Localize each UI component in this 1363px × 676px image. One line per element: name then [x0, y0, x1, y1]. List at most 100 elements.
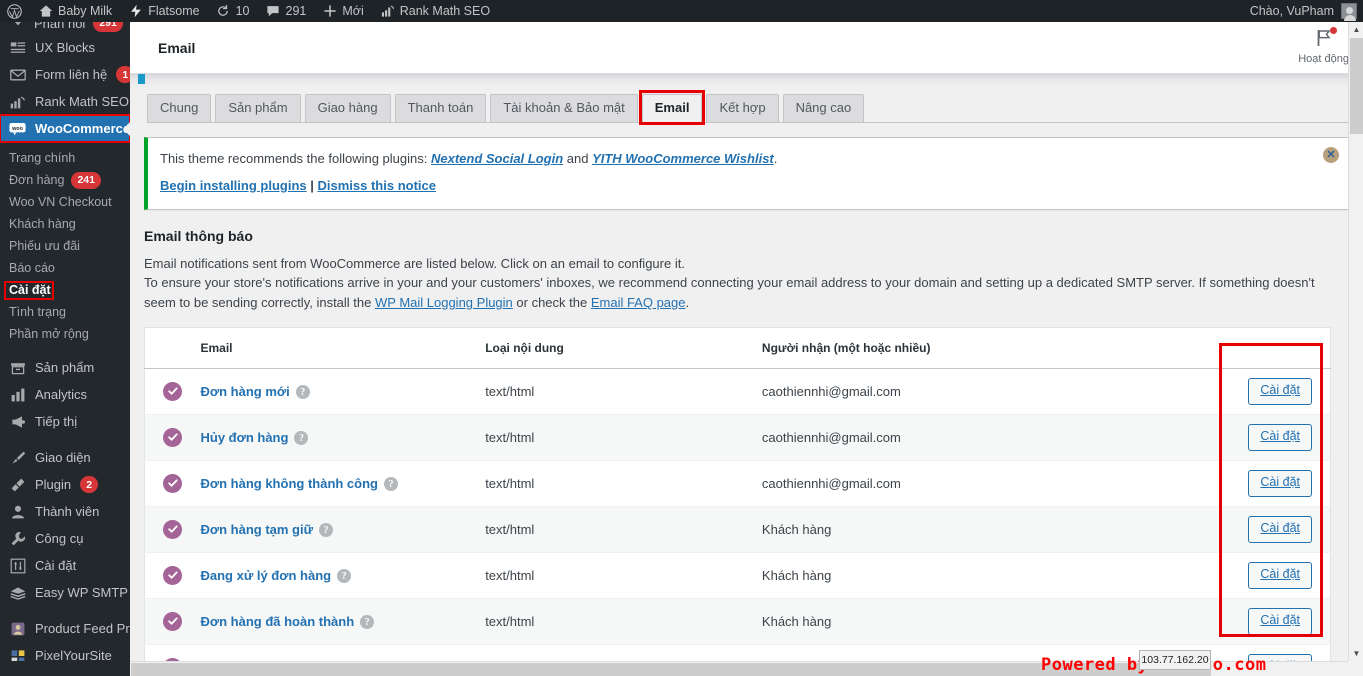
sidebar-item-bao-cao[interactable]: Báo cáo: [0, 257, 130, 279]
tab-tai-khoan-bao-mat-label: Tài khoản & Bảo mật: [503, 100, 625, 116]
sidebar-item-tiep-thi[interactable]: Tiếp thị: [0, 408, 130, 435]
sidebar-item-rank-math-seo[interactable]: Rank Math SEO: [0, 88, 130, 115]
tab-giao-hang[interactable]: Giao hàng: [304, 94, 391, 122]
tab-email[interactable]: Email: [638, 90, 706, 125]
enabled-check-icon[interactable]: [163, 473, 182, 493]
col-header-recipients[interactable]: Người nhận (một hoặc nhiều): [761, 327, 1205, 369]
configure-button[interactable]: Cài đặt: [1248, 562, 1312, 589]
sidebar-item-plugin[interactable]: Plugin 2: [0, 471, 130, 498]
help-icon[interactable]: ?: [295, 385, 310, 400]
sidebar-item-contact-form[interactable]: Form liên hệ 1: [0, 61, 130, 88]
plus-icon: [322, 4, 337, 19]
sidebar-item-ux-blocks[interactable]: UX Blocks: [0, 34, 130, 61]
row-email-cell: Đang xử lý đơn hàng?: [200, 552, 486, 599]
admin-bar-flatsome[interactable]: Flatsome: [120, 0, 207, 22]
dismiss-icon[interactable]: ✕: [1323, 147, 1339, 163]
table-row[interactable]: Đơn hàng tạm giữ? text/html Khách hàng C…: [144, 506, 1331, 553]
sidebar-item-phieu-uu-dai[interactable]: Phiếu ưu đãi: [0, 235, 130, 257]
sidebar-item-cong-cu[interactable]: Công cụ: [0, 525, 130, 552]
tab-nang-cao[interactable]: Nâng cao: [782, 94, 865, 122]
admin-bar-my-account[interactable]: Chào, VuPham: [1250, 3, 1363, 21]
help-icon[interactable]: ?: [319, 523, 334, 538]
feedback-icon: [9, 22, 26, 32]
wp-mail-logging-plugin-link[interactable]: WP Mail Logging Plugin: [375, 295, 513, 310]
sidebar-item-product-feed-pro[interactable]: Product Feed Pro: [0, 615, 130, 642]
sidebar-item-thanh-vien[interactable]: Thành viên: [0, 498, 130, 525]
plugin-recommendation-notice: This theme recommends the following plug…: [144, 137, 1349, 210]
vertical-scrollbar[interactable]: ▲ ▼: [1348, 22, 1363, 661]
sidebar-item-tinh-trang-label: Tình trạng: [9, 305, 66, 319]
admin-bar-comments[interactable]: 291: [258, 0, 315, 22]
sidebar-item-settings[interactable]: Cài đặt: [0, 552, 130, 579]
help-icon[interactable]: ?: [360, 615, 375, 630]
row-recipient-cell: Khách hàng: [761, 598, 1205, 645]
email-name-link[interactable]: Đơn hàng không thành công: [200, 476, 378, 491]
sliders-icon: [9, 557, 26, 574]
tab-ket-hop[interactable]: Kết hợp: [706, 94, 779, 122]
admin-bar-wordpress-logo[interactable]: [0, 0, 30, 22]
email-name-link[interactable]: Đơn hàng tạm giữ: [200, 522, 313, 537]
row-email-cell: Đơn hàng không thành công?: [200, 460, 486, 507]
enabled-check-icon[interactable]: [163, 519, 182, 539]
sidebar-item-san-pham[interactable]: Sản phẩm: [0, 354, 130, 381]
configure-button[interactable]: Cài đặt: [1248, 424, 1312, 451]
vertical-scrollbar-thumb[interactable]: [1350, 38, 1363, 134]
enabled-check-icon[interactable]: [163, 611, 182, 631]
col-header-email[interactable]: Email: [200, 327, 486, 369]
sidebar-item-woo-vn-checkout-label: Woo VN Checkout: [9, 195, 112, 209]
admin-bar-updates[interactable]: 10: [208, 0, 258, 22]
notice-link-nextend-social-login[interactable]: Nextend Social Login: [431, 151, 563, 166]
sidebar-item-trang-chinh[interactable]: Trang chính: [0, 147, 130, 169]
table-row[interactable]: Đơn hàng không thành công? text/html cao…: [144, 460, 1331, 507]
table-row[interactable]: Hủy đơn hàng? text/html caothiennhi@gmai…: [144, 414, 1331, 461]
sidebar-item-cai-dat[interactable]: Cài đặt: [0, 279, 130, 301]
scroll-down-arrow[interactable]: ▼: [1349, 646, 1363, 661]
col-header-content-type[interactable]: Loại nội dung: [485, 327, 762, 369]
sidebar-item-cong-cu-label: Công cụ: [35, 531, 84, 546]
email-name-link[interactable]: Đơn hàng mới: [200, 384, 289, 399]
email-faq-page-link[interactable]: Email FAQ page: [591, 295, 686, 310]
sidebar-item-phan-mo-rong[interactable]: Phần mở rộng: [0, 323, 130, 345]
table-row[interactable]: Đơn hàng đã hoàn thành? text/html Khách …: [144, 598, 1331, 645]
admin-bar-comments-count: 291: [285, 4, 307, 18]
tab-tai-khoan-bao-mat[interactable]: Tài khoản & Bảo mật: [490, 94, 638, 122]
admin-bar-site-name[interactable]: Baby Milk: [30, 0, 120, 22]
email-name-link[interactable]: Đơn hàng đã hoàn thành: [200, 614, 354, 629]
sidebar-item-giao-dien[interactable]: Giao diện: [0, 444, 130, 471]
enabled-check-icon[interactable]: [163, 565, 182, 585]
dismiss-this-notice-link[interactable]: Dismiss this notice: [318, 178, 436, 193]
sidebar-item-khach-hang[interactable]: Khách hàng: [0, 213, 130, 235]
help-icon[interactable]: ?: [383, 477, 398, 492]
scroll-up-arrow[interactable]: ▲: [1349, 22, 1363, 37]
sidebar-item-giao-dien-label: Giao diện: [35, 450, 91, 465]
sidebar-item-don-hang[interactable]: Đơn hàng 241: [0, 169, 130, 191]
sidebar-item-tinh-trang[interactable]: Tình trạng: [0, 301, 130, 323]
configure-button[interactable]: Cài đặt: [1248, 608, 1312, 635]
tab-san-pham[interactable]: Sản phẩm: [215, 94, 301, 122]
email-name-link[interactable]: Hủy đơn hàng: [200, 430, 288, 445]
comment-icon: [266, 4, 281, 19]
begin-installing-plugins-link[interactable]: Begin installing plugins: [160, 178, 307, 193]
row-recipient-cell: caothiennhi@gmail.com: [761, 414, 1205, 461]
sidebar-item-easy-wp-smtp[interactable]: Easy WP SMTP: [0, 579, 130, 606]
admin-bar-new-content[interactable]: Mới: [314, 0, 371, 22]
sidebar-item-woo-vn-checkout[interactable]: Woo VN Checkout: [0, 191, 130, 213]
configure-button[interactable]: Cài đặt: [1248, 516, 1312, 543]
activity-button[interactable]: Hoạt động: [1298, 27, 1349, 67]
help-icon[interactable]: ?: [294, 431, 309, 446]
sidebar-item-analytics[interactable]: Analytics: [0, 381, 130, 408]
sidebar-item-woocommerce[interactable]: woo WooCommerce: [0, 114, 130, 143]
sidebar-cut-item[interactable]: Phản hồi 291: [0, 22, 130, 34]
enabled-check-icon[interactable]: [163, 427, 182, 447]
enabled-check-icon[interactable]: [163, 381, 182, 401]
tab-chung[interactable]: Chung: [147, 94, 212, 122]
email-name-link[interactable]: Đang xử lý đơn hàng: [200, 568, 331, 583]
configure-button[interactable]: Cài đặt: [1248, 378, 1312, 405]
help-icon[interactable]: ?: [337, 569, 352, 584]
table-row[interactable]: Đơn hàng mới? text/html caothiennhi@gmai…: [144, 368, 1331, 415]
configure-button[interactable]: Cài đặt: [1248, 470, 1312, 497]
tab-thanh-toan[interactable]: Thanh toán: [394, 94, 487, 122]
admin-bar-rank-math[interactable]: Rank Math SEO: [372, 0, 498, 22]
notice-link-yith-wishlist[interactable]: YITH WooCommerce Wishlist: [592, 151, 774, 166]
table-row[interactable]: Đang xử lý đơn hàng? text/html Khách hàn…: [144, 552, 1331, 599]
